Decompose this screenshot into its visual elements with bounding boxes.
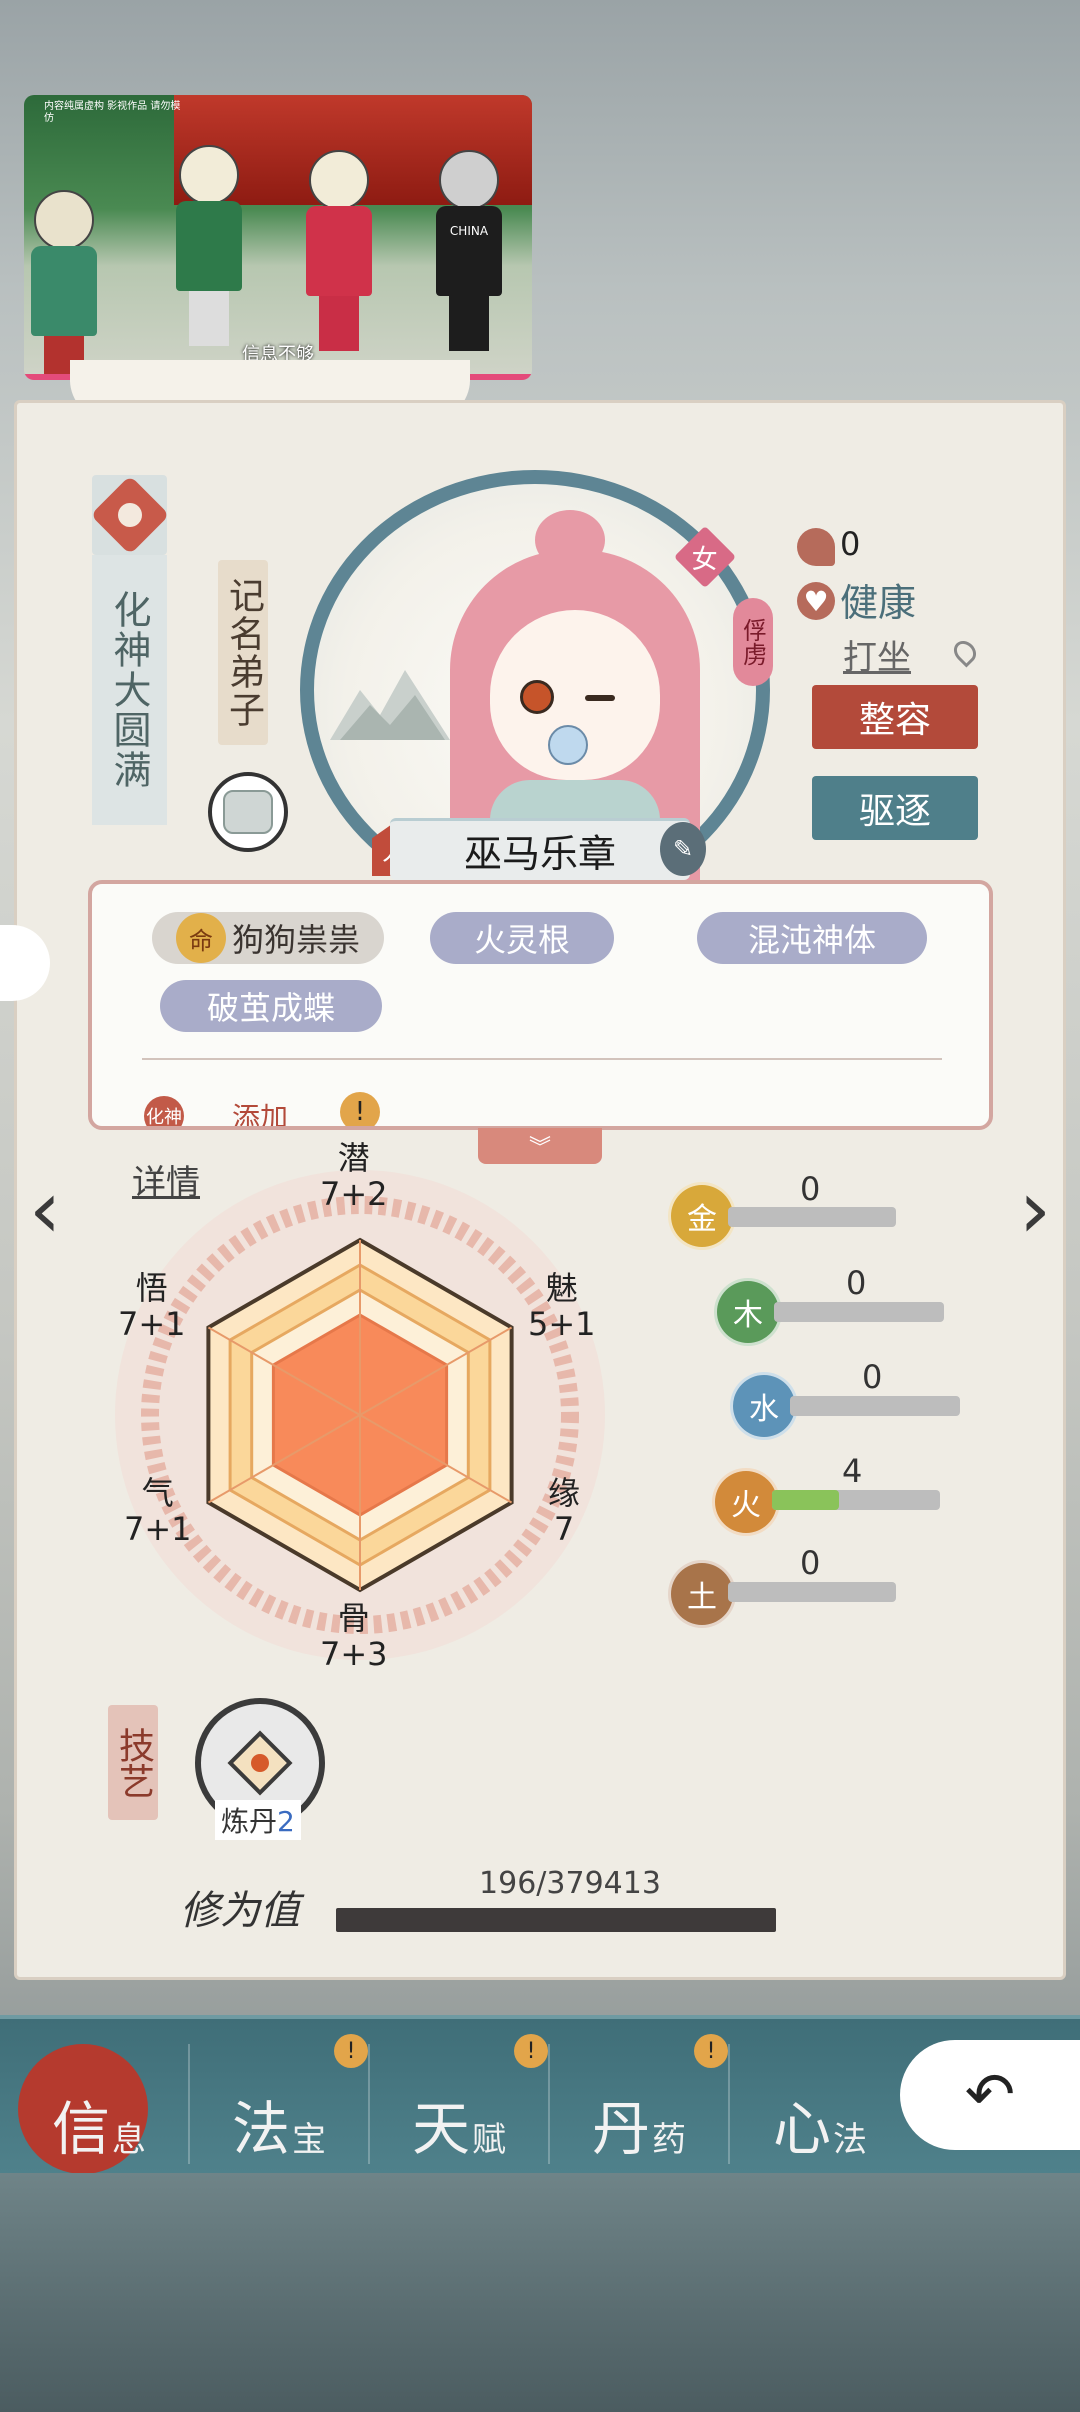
captive-status-tag: 俘虏: [733, 598, 773, 686]
element-icon: 水: [730, 1372, 798, 1440]
luck-value: 0: [840, 525, 861, 563]
element-bar: [790, 1396, 960, 1416]
element-bar: [728, 1207, 896, 1227]
element-icon: 金: [668, 1182, 736, 1250]
element-value: 4: [842, 1452, 863, 1490]
element-value: 0: [862, 1358, 883, 1396]
alert-icon: !: [334, 2034, 368, 2068]
realm-flower-icon: [89, 475, 170, 555]
attribute-qi: 气 7+1: [124, 1474, 192, 1548]
video-top-caption: 内容纯属虚构 影视作品 请勿模仿: [44, 101, 181, 124]
element-bar-fill: [772, 1490, 840, 1510]
trait-tag[interactable]: 破茧成蝶: [160, 980, 382, 1032]
health-status: 健康: [840, 581, 917, 625]
element-icon: 土: [668, 1560, 736, 1628]
attribute-bone: 骨 7+3: [320, 1599, 388, 1673]
tab-info[interactable]: 信息: [10, 2044, 190, 2164]
tab-pills[interactable]: 丹药!: [550, 2034, 730, 2164]
add-trait-icon: 化神: [144, 1096, 184, 1126]
skill-label: 炼丹2: [215, 1800, 301, 1840]
attribute-charm: 魅 5+1: [528, 1269, 596, 1343]
prev-character-arrow[interactable]: ‹: [18, 1165, 72, 1255]
attribute-fortune: 缘7: [548, 1474, 581, 1548]
current-action-link[interactable]: 打坐: [843, 630, 911, 679]
element-bar: [772, 1490, 940, 1510]
element-icon: 木: [714, 1278, 782, 1346]
health-heart-icon: ♥: [797, 582, 835, 620]
makeover-button[interactable]: 整容: [812, 685, 978, 749]
alert-icon: !: [514, 2034, 548, 2068]
alert-icon: !: [340, 1092, 380, 1126]
back-button[interactable]: ↶: [900, 2040, 1080, 2150]
element-bar: [774, 1302, 944, 1322]
traits-divider: [142, 1058, 942, 1060]
bottom-landscape: [0, 2173, 1080, 2412]
trait-tag-fate[interactable]: 命 狗狗祟祟: [152, 912, 384, 964]
attribute-potential: 潜 7+2: [320, 1139, 388, 1213]
rank-label: 记名弟子: [218, 560, 268, 745]
cultivation-label: 修为值: [180, 1888, 300, 1934]
skills-title: 技艺: [108, 1705, 158, 1820]
element-value: 0: [800, 1544, 821, 1582]
trait-tag[interactable]: 火灵根: [430, 912, 614, 964]
element-icon: 火: [712, 1468, 780, 1536]
traits-box: 命 狗狗祟祟 火灵根 混沌神体 破茧成蝶 化神 添加 !: [88, 880, 993, 1130]
video-character-3: [304, 150, 374, 351]
element-value: 0: [846, 1264, 867, 1302]
cultivation-value: 196/379413: [479, 1866, 661, 1901]
back-arrow-icon: ↶: [964, 2060, 1016, 2130]
cultivation-progress-bar: [336, 1908, 776, 1932]
attribute-comprehension: 悟 7+1: [118, 1269, 186, 1343]
tab-treasure[interactable]: 法宝!: [190, 2034, 370, 2164]
expel-button[interactable]: 驱逐: [812, 776, 978, 840]
fate-icon: 命: [175, 913, 226, 963]
next-character-arrow[interactable]: ›: [1008, 1165, 1062, 1255]
video-character-2: [174, 145, 244, 346]
trait-label: 狗狗祟祟: [231, 921, 360, 959]
trait-tag[interactable]: 混沌神体: [697, 912, 927, 964]
realm-label: 化神大圆满: [92, 555, 167, 825]
element-bar: [728, 1582, 896, 1602]
character-name[interactable]: 巫马乐章: [390, 818, 690, 880]
alert-icon: !: [694, 2034, 728, 2068]
element-value: 0: [800, 1170, 821, 1208]
rename-brush-icon[interactable]: ✎: [660, 822, 706, 876]
tab-technique[interactable]: 心法: [730, 2044, 910, 2164]
tab-talent[interactable]: 天赋!: [370, 2034, 550, 2164]
video-character-4: CHINA: [434, 150, 504, 351]
spirit-pet-icon[interactable]: [208, 772, 288, 852]
add-trait-button[interactable]: 添加: [232, 1096, 288, 1126]
video-overlay[interactable]: 内容纯属虚构 影视作品 请勿模仿 CHINA 信息不够: [24, 95, 532, 380]
luck-icon: [797, 528, 835, 566]
